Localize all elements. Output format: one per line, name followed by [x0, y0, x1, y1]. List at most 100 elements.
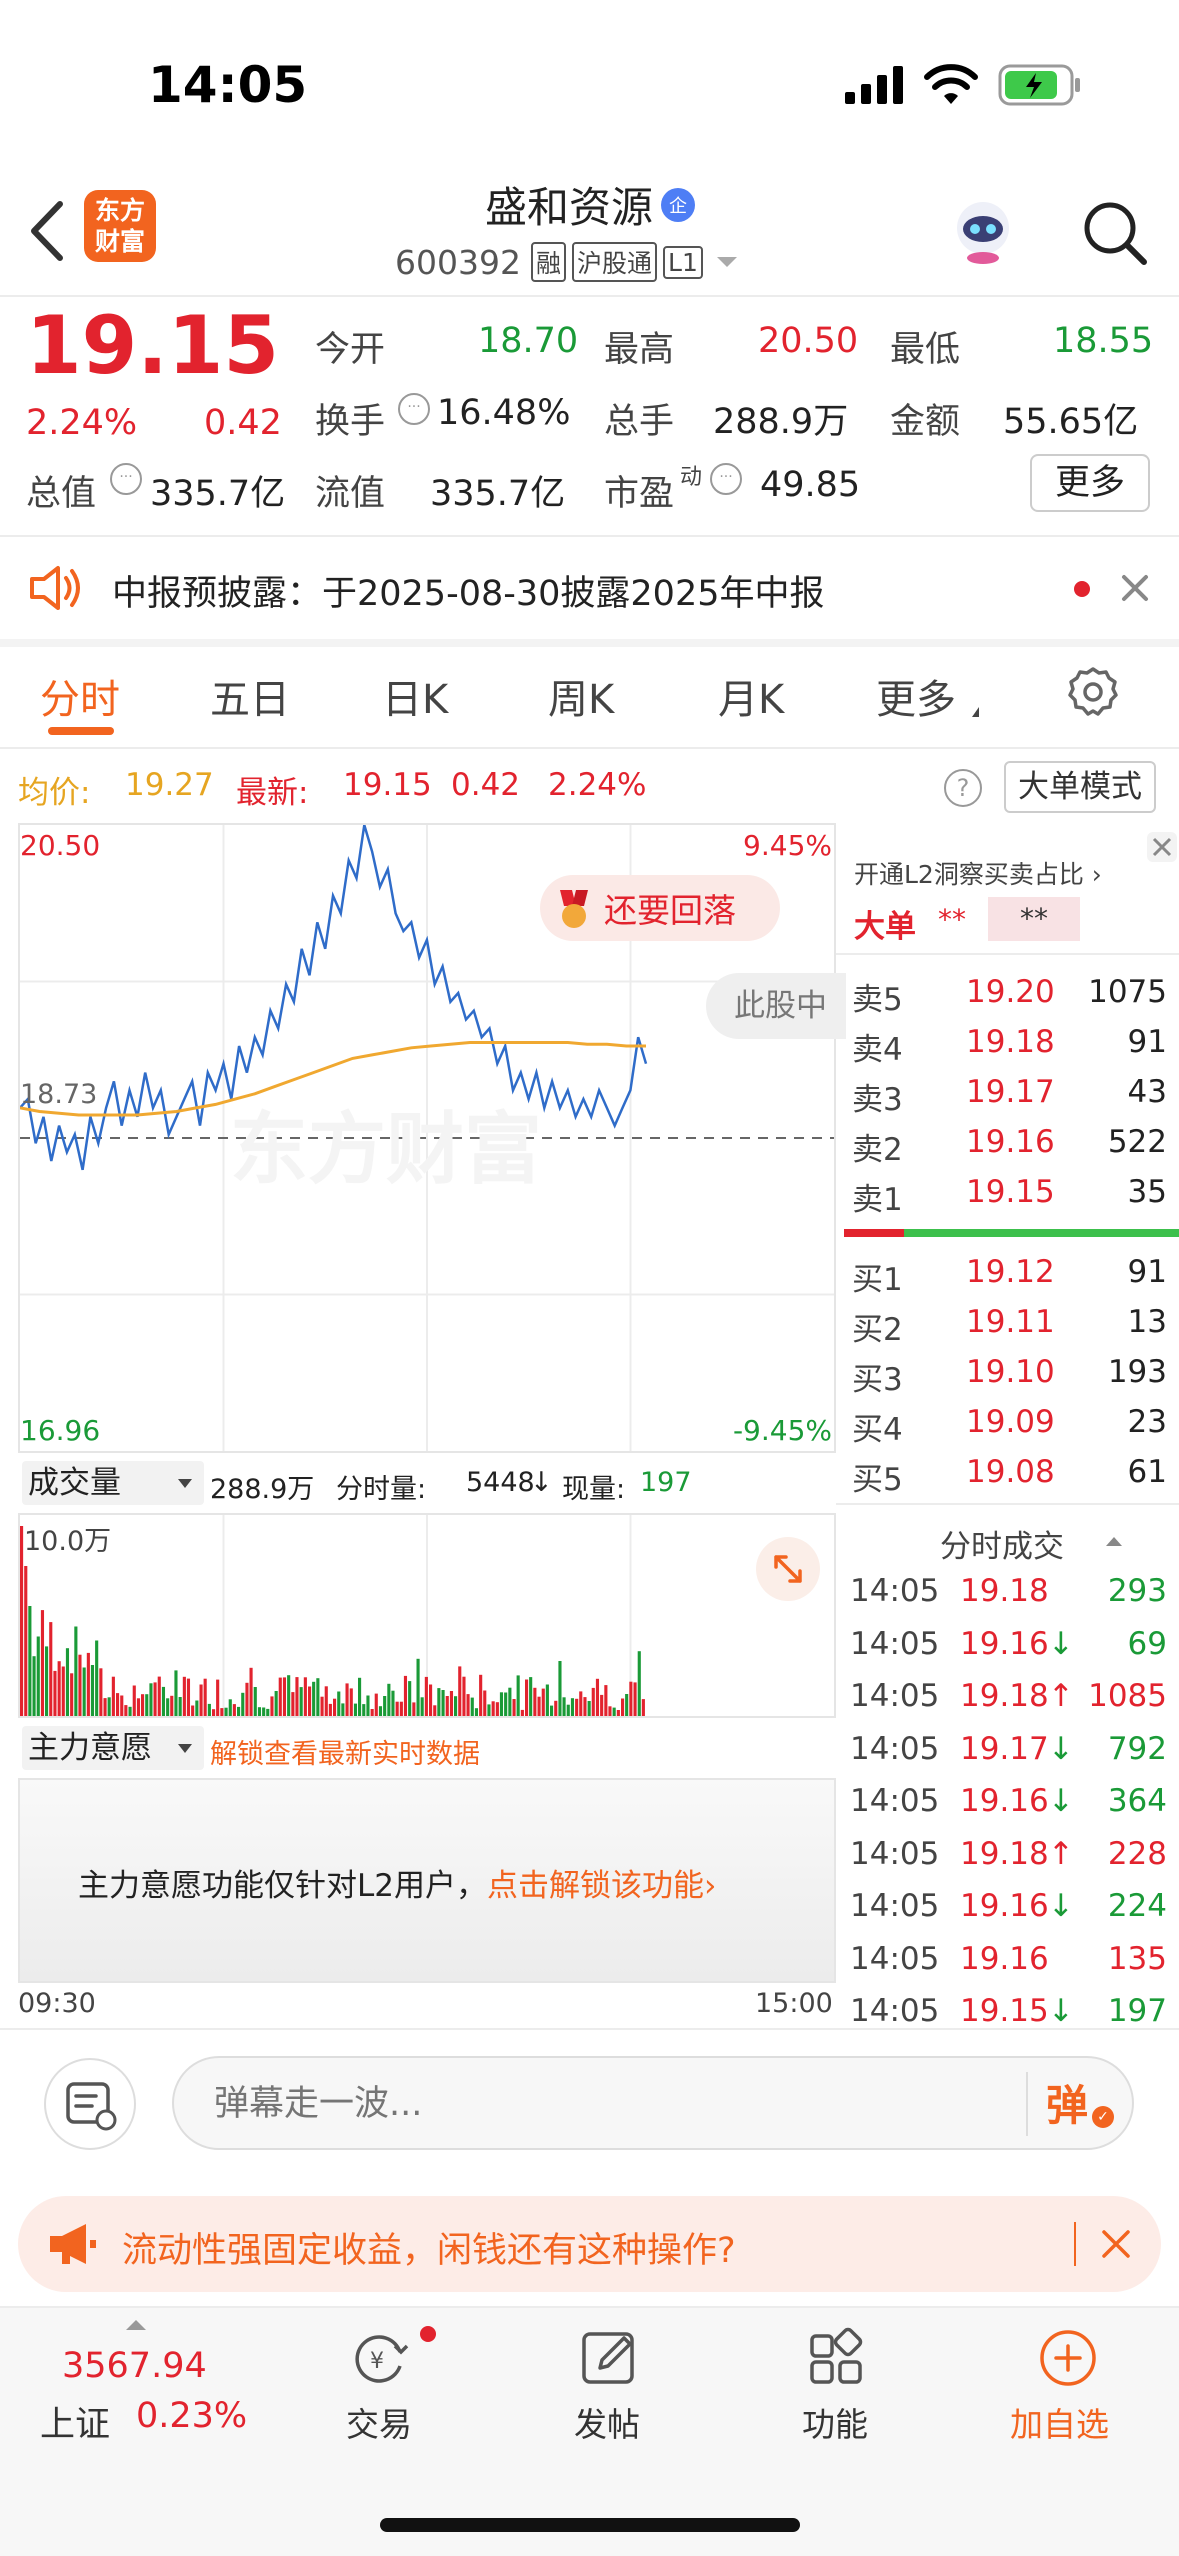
- ask-price: 19.15: [966, 1174, 1055, 1210]
- gear-icon[interactable]: [1066, 665, 1120, 719]
- volume-bar: [141, 1694, 145, 1716]
- volume-bar: [470, 1697, 474, 1716]
- tab-five-day[interactable]: 五日: [210, 667, 290, 725]
- bid-row[interactable]: 买5 19.08 61: [836, 1448, 1179, 1498]
- back-icon[interactable]: [22, 196, 72, 266]
- tab-month-k[interactable]: 月K: [718, 667, 784, 725]
- ask-list: 卖5 19.20 1075 卖4 19.18 91 卖3 19.17 43 卖2 19.16 522 卖…: [836, 968, 1179, 1218]
- volume-bar: [20, 1526, 24, 1716]
- bid-row[interactable]: 买4 19.09 23: [836, 1398, 1179, 1448]
- side-bubble[interactable]: 此股中: [706, 973, 846, 1039]
- volume-bar: [395, 1701, 399, 1716]
- tab-week-k[interactable]: 周K: [548, 667, 614, 725]
- volume-bar: [124, 1705, 128, 1716]
- nav-functions[interactable]: 功能: [756, 2308, 916, 2448]
- price-top-label: 20.50: [20, 829, 101, 862]
- index-percent: 0.23%: [136, 2396, 248, 2436]
- volume-value: 288.9万: [713, 402, 849, 442]
- big-order-mode-button[interactable]: 大单模式: [1004, 761, 1156, 813]
- bid-row[interactable]: 买1 19.12 91: [836, 1248, 1179, 1298]
- robot-assistant-icon[interactable]: [948, 196, 1018, 266]
- volume-bar: [295, 1677, 299, 1716]
- volume-bar: [550, 1705, 554, 1716]
- price-chart[interactable]: 20.50 9.45% 16.96 -9.45% 18.73 东方财富 还要回落…: [18, 823, 846, 1453]
- close-icon[interactable]: [1118, 571, 1152, 605]
- danmaku-toggle-icon[interactable]: [44, 2058, 136, 2150]
- big-order-value-1: **: [938, 903, 966, 936]
- high-value: 20.50: [758, 321, 859, 361]
- volume-bar: [303, 1677, 307, 1716]
- more-button[interactable]: 更多: [1030, 454, 1150, 512]
- ask-row[interactable]: 卖3 19.17 43: [836, 1068, 1179, 1118]
- nav-trade[interactable]: ¥ 交易: [300, 2308, 460, 2448]
- caret-up-icon: [126, 2320, 146, 2330]
- volume-bar: [120, 1695, 124, 1716]
- search-icon[interactable]: [1080, 198, 1150, 268]
- bid-volume: 61: [1127, 1454, 1167, 1490]
- l2-promo[interactable]: 开通L2洞察买卖占比 ›: [854, 855, 1102, 891]
- info-icon[interactable]: ···: [398, 393, 430, 425]
- info-icon[interactable]: ···: [110, 463, 142, 495]
- ad-banner[interactable]: 流动性强固定收益，闲钱还有这种操作?: [18, 2196, 1161, 2292]
- bid-row[interactable]: 买3 19.10 193: [836, 1348, 1179, 1398]
- info-icon[interactable]: ···: [710, 463, 742, 495]
- volume-bar: [61, 1666, 65, 1716]
- volume-bar: [224, 1707, 228, 1716]
- ask-row[interactable]: 卖2 19.16 522: [836, 1118, 1179, 1168]
- notice-bar[interactable]: 中报预披露：于2025-08-30披露2025年中报: [0, 537, 1179, 639]
- volume-bar: [491, 1701, 495, 1716]
- volume-bar: [36, 1636, 40, 1716]
- bid-price: 19.10: [966, 1354, 1055, 1390]
- svg-text:¥: ¥: [370, 2349, 384, 2374]
- volume-bar: [95, 1640, 99, 1716]
- tick-direction: ↓: [1048, 1993, 1074, 2029]
- unlock-link[interactable]: 解锁查看最新实时数据: [210, 1732, 480, 1771]
- volume-chart[interactable]: 10.0万: [18, 1513, 836, 1718]
- volume-bar: [249, 1667, 253, 1716]
- ad-text: 流动性强固定收益，闲钱还有这种操作?: [122, 2231, 736, 2271]
- open-label: 今开: [315, 330, 386, 370]
- nav-add-watchlist[interactable]: 加自选: [986, 2308, 1166, 2448]
- tab-more[interactable]: 更多: [876, 667, 956, 725]
- danmaku-bar: 弹 ✓: [0, 2030, 1179, 2170]
- tick-direction: ↑: [1048, 1835, 1074, 1872]
- volume-bar: [495, 1702, 499, 1716]
- ai-bubble[interactable]: 还要回落: [540, 875, 780, 941]
- volume-bar: [608, 1706, 612, 1716]
- nav-functions-label: 功能: [802, 2405, 868, 2444]
- volume-bar: [178, 1697, 182, 1716]
- unlock-feature-link[interactable]: 点击解锁该功能: [487, 1868, 704, 1904]
- ask-row[interactable]: 卖4 19.18 91: [836, 1018, 1179, 1068]
- volume-bar: [145, 1694, 149, 1716]
- bid-row[interactable]: 买2 19.11 13: [836, 1298, 1179, 1348]
- main-force-selector[interactable]: 主力意愿: [22, 1726, 204, 1770]
- close-ad-icon[interactable]: [1098, 2226, 1134, 2262]
- volume-bar: [466, 1694, 470, 1716]
- volume-bar: [558, 1661, 562, 1716]
- volume-bar: [445, 1696, 449, 1716]
- ask-volume: 91: [1127, 1024, 1167, 1060]
- help-icon[interactable]: ?: [944, 769, 982, 807]
- tab-day-k[interactable]: 日K: [382, 667, 448, 725]
- volume-bar: [241, 1692, 245, 1716]
- ask-row[interactable]: 卖1 19.15 35: [836, 1168, 1179, 1218]
- status-bar: 14:05: [0, 0, 1179, 160]
- nav-post[interactable]: 发帖: [530, 2308, 690, 2448]
- index-widget[interactable]: 3567.94 上证 0.23%: [0, 2308, 270, 2448]
- danmaku-input[interactable]: [214, 2076, 994, 2132]
- close-promo-icon[interactable]: [1146, 831, 1178, 863]
- chart-tabs: 分时 五日 日K 周K 月K 更多: [0, 647, 1179, 747]
- volume-bar: [474, 1708, 479, 1716]
- stock-code-row[interactable]: 600392 融 沪股通 L1: [395, 242, 737, 282]
- ai-bubble-text: 还要回落: [604, 891, 736, 930]
- ask-row[interactable]: 卖5 19.20 1075: [836, 968, 1179, 1018]
- float-value: 335.7亿: [430, 474, 566, 514]
- expand-icon[interactable]: [756, 1537, 820, 1601]
- tab-intraday[interactable]: 分时: [40, 667, 120, 725]
- danmaku-send-button[interactable]: 弹 ✓: [1046, 2072, 1126, 2136]
- volume-bar: [282, 1677, 287, 1716]
- tick-direction: ↓: [1048, 1730, 1074, 1767]
- volume-bar: [266, 1708, 270, 1716]
- volume-selector[interactable]: 成交量: [22, 1461, 204, 1505]
- tick-row: 14:05 19.18 ↑ 1085: [836, 1672, 1179, 1725]
